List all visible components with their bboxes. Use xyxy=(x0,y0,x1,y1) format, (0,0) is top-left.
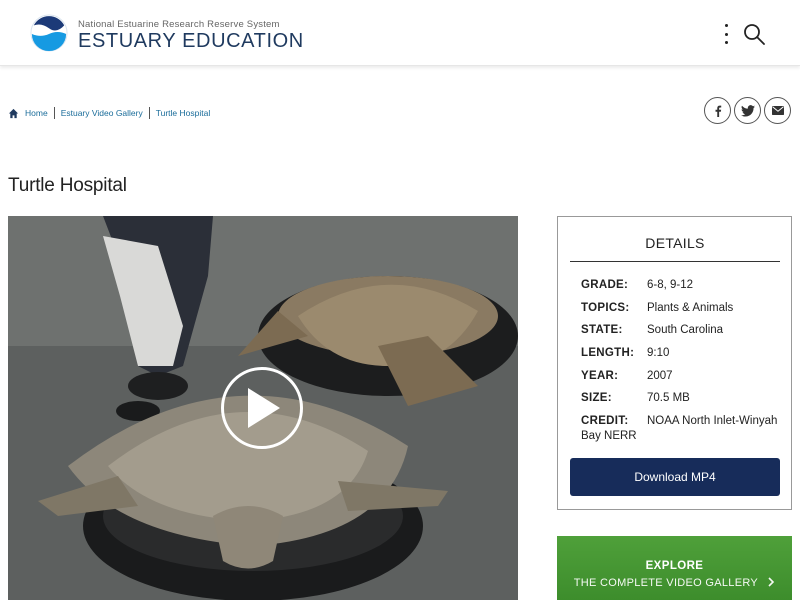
explore-title: EXPLORE xyxy=(645,560,704,572)
breadcrumb-home[interactable]: Home xyxy=(25,108,48,118)
facebook-icon xyxy=(715,105,721,117)
explore-gallery-link[interactable]: EXPLORE THE COMPLETE VIDEO GALLERY xyxy=(557,536,792,600)
org-line: National Estuarine Research Reserve Syst… xyxy=(78,19,280,30)
detail-value: 6-8, 9-12 xyxy=(647,279,694,291)
detail-value: 2007 xyxy=(647,370,673,382)
twitter-icon xyxy=(740,104,755,117)
explore-subtitle-text: THE COMPLETE VIDEO GALLERY xyxy=(573,577,758,589)
email-share-button[interactable] xyxy=(764,97,791,124)
menu-dot xyxy=(724,32,728,36)
site-header: National Estuarine Research Reserve Syst… xyxy=(0,0,800,66)
noaa-logo-icon[interactable] xyxy=(30,14,68,52)
kebab-menu-icon[interactable] xyxy=(718,22,734,46)
chevron-right-icon xyxy=(768,577,775,587)
breadcrumb-separator xyxy=(148,107,150,119)
details-heading: DETAILS xyxy=(570,235,780,262)
breadcrumb: Home Estuary Video Gallery Turtle Hospit… xyxy=(8,105,210,121)
play-icon xyxy=(248,388,280,428)
breadcrumb-video-gallery[interactable]: Estuary Video Gallery xyxy=(61,108,143,118)
detail-value: NOAA North Inlet-Winyah Bay NERR xyxy=(581,415,778,442)
facebook-share-button[interactable] xyxy=(704,97,731,124)
download-mp4-button[interactable]: Download MP4 xyxy=(570,458,780,496)
detail-label: YEAR: xyxy=(581,370,619,382)
email-icon xyxy=(771,106,784,115)
detail-value: 9:10 xyxy=(647,347,670,359)
details-panel: DETAILS GRADE: 6-8, 9-12 TOPICS: Plants … xyxy=(557,216,792,510)
play-button[interactable] xyxy=(221,367,303,449)
breadcrumb-separator xyxy=(53,107,55,119)
video-player[interactable] xyxy=(8,216,518,600)
breadcrumb-current[interactable]: Turtle Hospital xyxy=(156,108,210,118)
menu-dot xyxy=(724,41,728,44)
menu-dot xyxy=(724,24,728,27)
page-title: Turtle Hospital xyxy=(8,175,127,196)
detail-label: TOPICS: xyxy=(581,302,630,314)
detail-label: LENGTH: xyxy=(581,347,635,359)
twitter-share-button[interactable] xyxy=(734,97,761,124)
home-icon[interactable] xyxy=(8,108,19,119)
detail-label: GRADE: xyxy=(581,279,629,291)
site-title[interactable]: ESTUARY EDUCATION xyxy=(78,30,304,53)
detail-label: STATE: xyxy=(581,324,623,336)
detail-value: Plants & Animals xyxy=(647,302,734,314)
explore-subtitle: THE COMPLETE VIDEO GALLERY xyxy=(557,577,792,589)
detail-value: South Carolina xyxy=(647,324,724,336)
detail-value: 70.5 MB xyxy=(647,392,690,404)
detail-label: SIZE: xyxy=(581,392,612,404)
social-share xyxy=(704,97,791,124)
search-icon[interactable] xyxy=(742,22,766,46)
